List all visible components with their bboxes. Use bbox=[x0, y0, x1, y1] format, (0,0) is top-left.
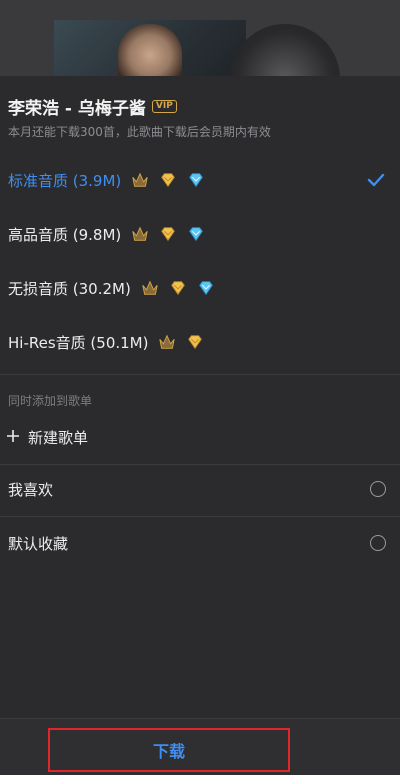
download-button[interactable]: 下载 bbox=[48, 728, 290, 772]
download-quota-note: 本月还能下载300首，此歌曲下载后会员期内有效 bbox=[8, 125, 271, 139]
new-playlist-button[interactable]: 新建歌单 bbox=[0, 412, 400, 462]
song-title: 李荣浩 - 乌梅子酱 VIP bbox=[8, 94, 177, 119]
playlist-item-favorites[interactable]: 我喜欢 bbox=[0, 464, 400, 514]
gold-diamond-icon bbox=[170, 281, 185, 296]
playlist-item-default[interactable]: 默认收藏 bbox=[0, 518, 400, 568]
playlist-label: 我喜欢 bbox=[8, 480, 54, 499]
quality-option-high[interactable]: 高品音质 (9.8M) bbox=[0, 207, 400, 261]
section-divider bbox=[0, 374, 400, 375]
quality-option-standard[interactable]: 标准音质 (3.9M) bbox=[0, 153, 400, 207]
radio-button[interactable] bbox=[370, 481, 386, 497]
album-cover-portrait bbox=[118, 24, 182, 76]
vinyl-disc bbox=[230, 24, 340, 76]
playlist-label: 默认收藏 bbox=[8, 534, 69, 553]
gold-diamond-icon bbox=[188, 335, 203, 350]
check-icon bbox=[367, 173, 385, 187]
row-divider bbox=[0, 516, 400, 517]
gold-crown-icon bbox=[159, 334, 176, 349]
add-to-playlist-header: 同时添加到歌单 bbox=[8, 394, 93, 408]
new-playlist-label: 新建歌单 bbox=[28, 428, 89, 447]
gold-crown-icon bbox=[132, 226, 148, 241]
gold-diamond-icon bbox=[161, 173, 176, 188]
quality-option-lossless[interactable]: 无损音质 (30.2M) bbox=[0, 261, 400, 315]
gold-crown-icon bbox=[132, 172, 148, 187]
quality-label: Hi-Res音质 (50.1M) bbox=[8, 333, 149, 352]
quality-label: 标准音质 (3.9M) bbox=[8, 171, 122, 190]
album-header bbox=[0, 0, 400, 76]
quality-label: 高品音质 (9.8M) bbox=[8, 225, 122, 244]
gold-diamond-icon bbox=[161, 227, 176, 242]
quality-label: 无损音质 (30.2M) bbox=[8, 279, 131, 298]
plus-icon bbox=[6, 427, 22, 448]
blue-diamond-icon bbox=[198, 281, 213, 296]
vip-badge: VIP bbox=[151, 100, 177, 113]
song-title-text: 李荣浩 - 乌梅子酱 bbox=[8, 99, 146, 119]
blue-diamond-icon bbox=[189, 227, 204, 242]
quality-option-hires[interactable]: Hi-Res音质 (50.1M) bbox=[0, 315, 400, 369]
gold-crown-icon bbox=[142, 280, 158, 295]
radio-button[interactable] bbox=[370, 535, 386, 551]
blue-diamond-icon bbox=[189, 173, 204, 188]
